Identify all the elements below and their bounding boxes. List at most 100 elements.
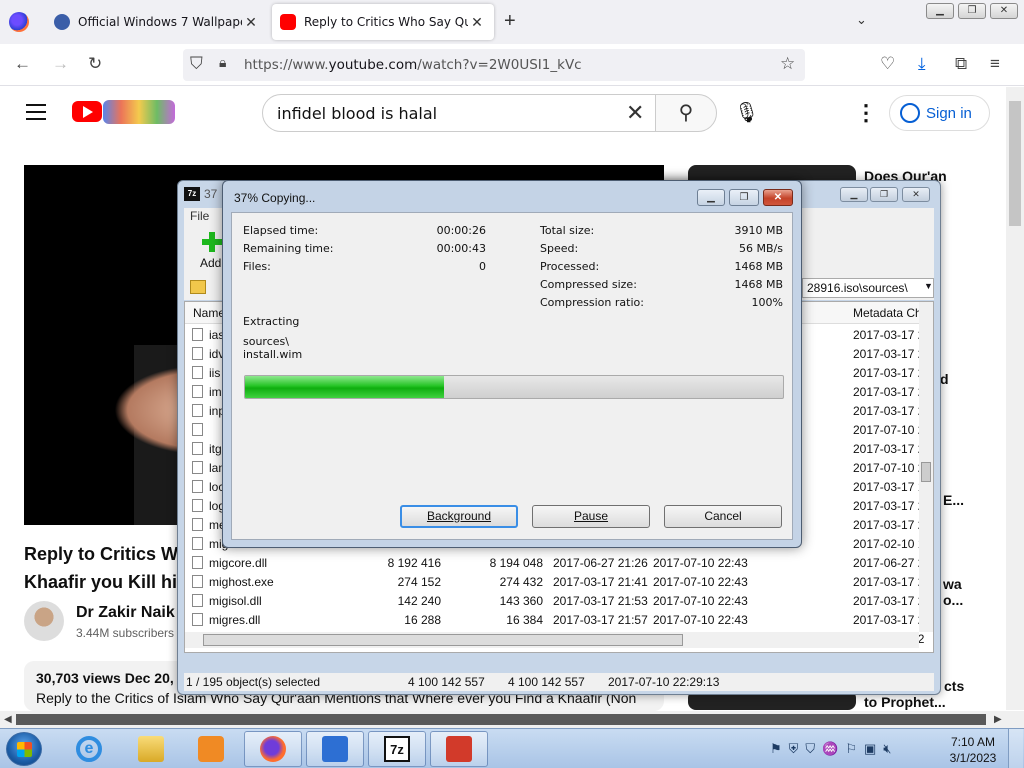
url-text[interactable]: https://www.youtube.com/watch?v=2W0USI1_… (244, 57, 582, 73)
file-modified: 2017-03-17 21:57 (553, 613, 648, 627)
close-tab-icon[interactable]: ✕ (242, 14, 260, 31)
scrollbar-thumb[interactable] (921, 462, 931, 482)
list-all-tabs-icon[interactable]: ⌄ (856, 12, 867, 28)
guide-menu-icon[interactable] (26, 104, 46, 120)
scroll-right-icon[interactable]: ▶ (994, 714, 1002, 725)
page-horizontal-scrollbar[interactable] (0, 711, 1024, 728)
file-icon (192, 442, 203, 455)
related-video-title[interactable]: wa o... (943, 576, 973, 608)
operation-label: Extracting (243, 315, 300, 328)
maximize-button[interactable]: ❐ (729, 189, 759, 206)
status-selection: 1 / 195 object(s) selected (186, 675, 321, 689)
file-row[interactable]: migisol.dll 142 240 143 360 2017-03-17 21:5… (185, 591, 933, 610)
close-button[interactable]: ✕ (902, 187, 930, 202)
youtube-doodle[interactable] (103, 100, 175, 124)
file-metadata-changed: 2017-02-10 1 (853, 537, 925, 551)
tab-wallpapers[interactable]: Official Windows 7 Wallpapers ✕ (46, 4, 268, 40)
subscriber-count: 3.44M subscribers (76, 626, 175, 640)
cancel-button[interactable]: Cancel (664, 505, 782, 528)
tab-youtube[interactable]: Reply to Critics Who Say Quran ✕ (272, 4, 494, 40)
file-list-vertical-scrollbar[interactable] (919, 302, 933, 632)
search-input[interactable]: infidel blood is halal (262, 94, 656, 132)
taskbar-remote-app[interactable] (306, 731, 364, 767)
file-packed-size: 8 194 048 (489, 556, 543, 570)
firefox-view-icon[interactable] (9, 12, 29, 32)
add-button-label[interactable]: Add (200, 256, 221, 270)
maximize-window-button[interactable]: ❐ (958, 3, 986, 19)
file-metadata-changed: 2017-03-17 2 (853, 385, 925, 399)
maximize-button[interactable]: ❐ (870, 187, 898, 202)
youtube-logo[interactable] (72, 101, 102, 122)
dropdown-arrow-icon[interactable]: ▼ (924, 281, 933, 291)
elapsed-value: 00:00:26 (436, 224, 486, 237)
related-video-title[interactable]: E... (943, 492, 973, 508)
file-row[interactable]: mighost.exe 274 152 274 432 2017-03-17 21:4… (185, 572, 933, 591)
taskbar-windows-explorer[interactable] (122, 731, 180, 767)
channel-name[interactable]: Dr Zakir Naik (76, 604, 175, 622)
back-arrow-icon[interactable]: ← (14, 54, 31, 74)
bookmark-star-icon[interactable]: ☆ (780, 54, 795, 74)
column-metadata[interactable]: Metadata Ch (853, 306, 922, 320)
taskbar-7zip[interactable]: 7z (368, 731, 426, 767)
file-packed-size: 143 360 (499, 594, 543, 608)
minimize-button[interactable]: ▁ (697, 189, 725, 206)
taskbar-firefox[interactable] (244, 731, 302, 767)
file-icon (192, 347, 203, 360)
start-button[interactable] (6, 732, 42, 766)
file-name: im (209, 385, 222, 399)
taskbar-toolbox[interactable] (430, 731, 488, 767)
tray-icons[interactable]: ⚑⛨⛉♒⚐▣🔇︎ (770, 741, 898, 756)
file-list-horizontal-scrollbar[interactable] (185, 632, 919, 648)
settings-kebab-icon[interactable]: ⋮ (855, 100, 877, 126)
channel-avatar[interactable] (24, 601, 64, 641)
system-clock[interactable]: 7:10 AM 3/1/2023 (946, 734, 1000, 766)
pause-button[interactable]: Pause (532, 505, 650, 528)
path-combobox[interactable]: 28916.iso\sources\ (802, 278, 934, 298)
show-desktop-button[interactable] (1008, 729, 1023, 768)
menu-file[interactable]: File (190, 209, 209, 223)
menu-icon[interactable]: ≡ (990, 54, 1000, 74)
file-icon (192, 575, 203, 588)
lock-icon[interactable]: 🔒︎ (219, 54, 226, 71)
shield-icon[interactable]: ⛉ (190, 54, 203, 74)
system-tray[interactable]: ⚑⛨⛉♒⚐▣🔇︎ (770, 741, 898, 757)
minimize-window-button[interactable]: ▁ (926, 3, 954, 19)
file-metadata-changed: 2017-06-27 2 (853, 556, 925, 570)
folder-up-icon[interactable] (190, 280, 206, 294)
page-vertical-scrollbar[interactable] (1006, 87, 1024, 710)
taskbar-internet-explorer[interactable]: e (60, 731, 118, 767)
close-tab-icon[interactable]: ✕ (468, 14, 486, 31)
file-row[interactable]: migcore.dll 8 192 416 8 194 048 2017-06-27 … (185, 553, 933, 572)
column-name[interactable]: Name (193, 306, 225, 320)
taskbar-media-player[interactable] (182, 731, 240, 767)
close-button[interactable]: ✕ (763, 189, 793, 206)
current-directory: sources\ (243, 335, 289, 348)
file-row[interactable]: migres.dll 16 288 16 384 2017-03-17 21:57 20… (185, 610, 933, 629)
pocket-icon[interactable]: ♡ (880, 54, 895, 74)
clear-search-icon[interactable]: ✕ (626, 100, 644, 126)
file-icon (192, 423, 203, 436)
voice-search-icon[interactable]: 🎙︎ (734, 100, 759, 125)
extensions-icon[interactable]: ⧉ (955, 54, 967, 74)
sign-in-button[interactable]: Sign in (889, 95, 990, 131)
sign-in-label: Sign in (926, 104, 972, 122)
forward-arrow-icon[interactable]: → (52, 54, 69, 74)
close-window-button[interactable]: ✕ (990, 3, 1018, 19)
file-name: migcore.dll (209, 556, 268, 570)
background-button-label: Background (426, 509, 492, 523)
scrollbar-thumb[interactable] (203, 634, 683, 646)
new-tab-icon[interactable]: + (504, 10, 516, 33)
scrollbar-thumb[interactable] (1009, 101, 1021, 226)
search-button[interactable]: ⚲ (655, 94, 717, 132)
file-metadata-changed: 2017-07-10 2 (853, 461, 925, 475)
downloads-icon[interactable]: ⤓ (918, 54, 926, 74)
background-button[interactable]: Background (400, 505, 518, 528)
compression-ratio-value: 100% (751, 296, 783, 309)
scrollbar-thumb[interactable] (16, 714, 986, 725)
speed-value: 56 MB/s (739, 242, 783, 255)
scroll-left-icon[interactable]: ◀ (4, 714, 12, 725)
reload-icon[interactable]: ↻ (88, 54, 102, 74)
add-plus-icon[interactable] (202, 232, 222, 252)
minimize-button[interactable]: ▁ (840, 187, 868, 202)
related-video-title[interactable]: d (940, 371, 960, 387)
